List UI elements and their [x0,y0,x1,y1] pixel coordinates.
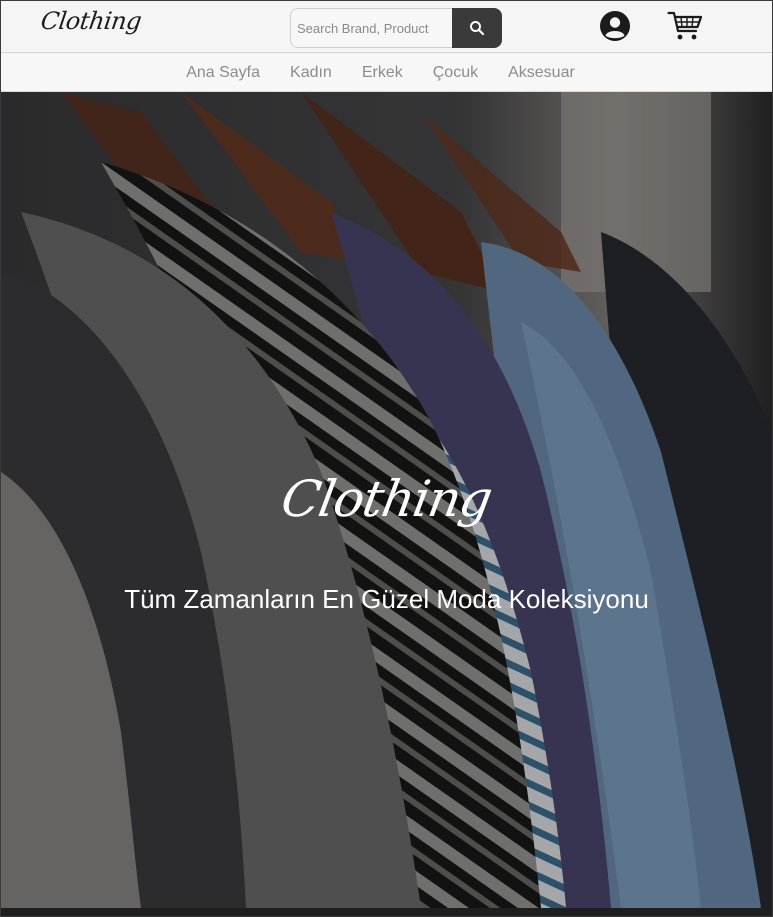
hero-banner: Clothing Tüm Zamanların En Güzel Moda Ko… [1,92,772,908]
search-button[interactable] [452,8,502,48]
nav-item-kadin[interactable]: Kadın [290,64,332,82]
search-icon [470,21,485,36]
nav-item-aksesuar[interactable]: Aksesuar [508,64,575,82]
search-bar [290,8,502,48]
bottom-strip [1,908,772,916]
hero-logo: Clothing [276,470,497,528]
nav-item-ana-sayfa[interactable]: Ana Sayfa [186,64,260,82]
search-input[interactable] [290,8,460,48]
user-icon[interactable] [599,10,631,42]
browser-viewport: Clothing Ana Sayfa [0,0,773,917]
main-navigation: Ana Sayfa Kadın Erkek Çocuk Aksesuar [1,54,772,92]
nav-item-cocuk[interactable]: Çocuk [433,64,478,82]
site-logo[interactable]: Clothing [39,7,143,35]
nav-item-erkek[interactable]: Erkek [362,64,403,82]
hero-tagline: Tüm Zamanların En Güzel Moda Koleksiyonu [124,584,649,614]
cart-icon[interactable] [667,10,703,42]
site-header: Clothing [1,1,772,53]
